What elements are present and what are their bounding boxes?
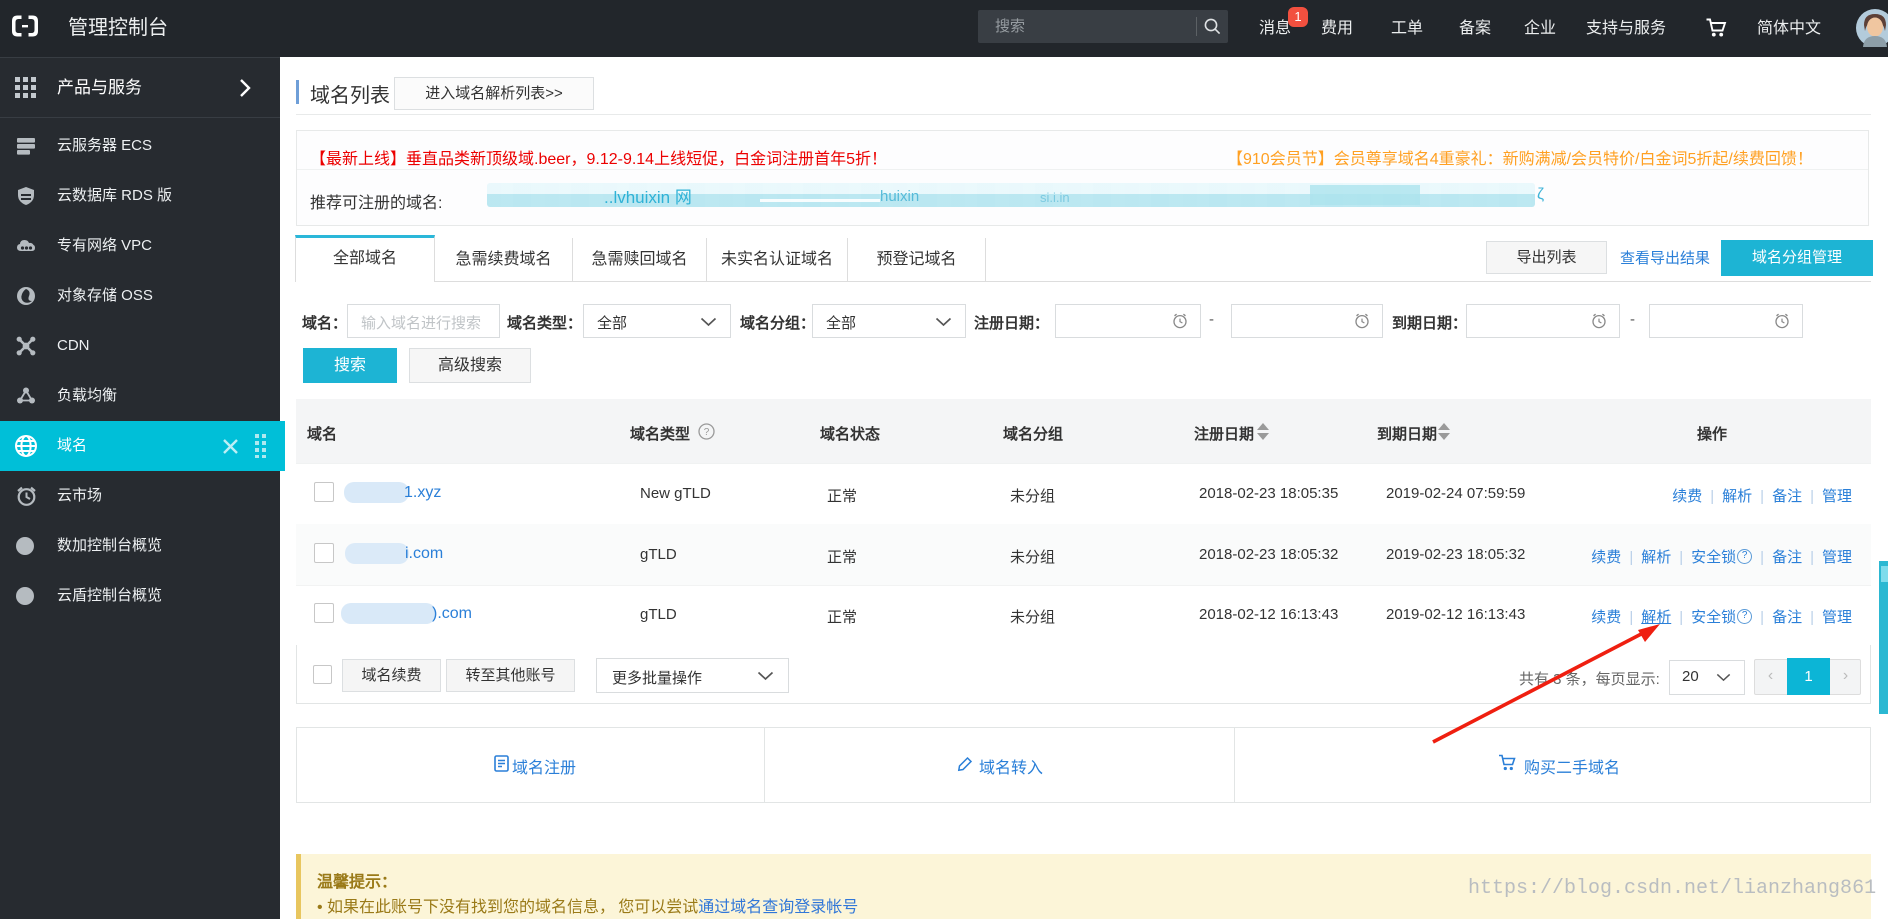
svg-text:?: ? [704, 427, 710, 438]
